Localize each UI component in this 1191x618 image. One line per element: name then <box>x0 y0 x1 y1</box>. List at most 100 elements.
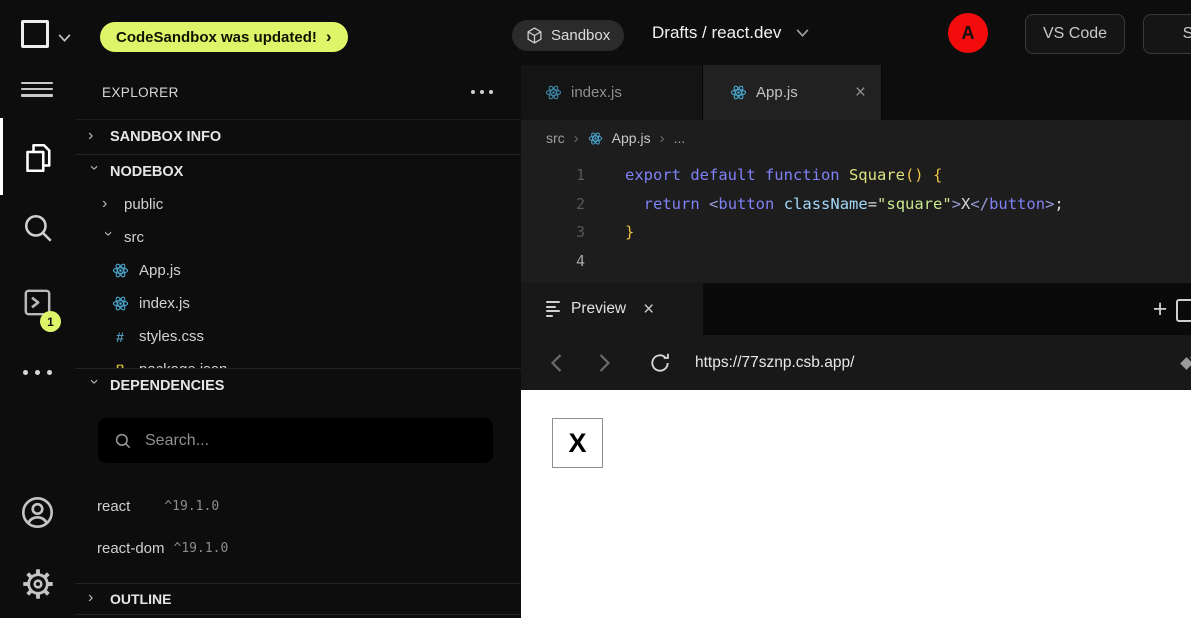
code-line-2[interactable]: 2 return <button className="square">X</b… <box>521 190 1191 219</box>
dependency-row-react-dom[interactable]: react-dom^19.1.0 <box>75 527 521 569</box>
chevron-down-icon <box>100 231 116 243</box>
chevron-down-icon <box>86 379 102 391</box>
tree-item-label: index.js <box>139 295 190 312</box>
forward-icon[interactable] <box>589 348 619 378</box>
sandbox-type-badge[interactable]: Sandbox <box>512 20 624 51</box>
ai-sparkle-icon[interactable] <box>1182 355 1191 371</box>
dependency-name: react <box>97 498 130 515</box>
dependency-name: react-dom <box>97 540 165 557</box>
chevron-right-icon <box>574 130 579 147</box>
breadcrumb-file[interactable]: App.js <box>612 130 651 146</box>
breadcrumb-folder[interactable]: src <box>546 130 565 146</box>
refresh-icon[interactable] <box>645 348 675 378</box>
tree-item-label: App.js <box>139 262 181 279</box>
terminal-icon[interactable] <box>0 281 75 323</box>
avatar[interactable]: A <box>948 13 988 53</box>
share-button[interactable]: Share <box>1143 14 1191 54</box>
code-line-3[interactable]: 3} <box>521 218 1191 247</box>
activity-bar: 1 <box>0 65 75 618</box>
chevron-down-icon <box>86 165 102 177</box>
open-in-new-window-icon[interactable] <box>1176 299 1191 322</box>
tab-app-js[interactable]: App.js <box>703 65 882 120</box>
more-tools-icon[interactable] <box>0 365 75 379</box>
explorer-title: EXPLORER <box>102 85 179 100</box>
tree-item-src[interactable]: src <box>75 221 521 254</box>
tree-item-public[interactable]: public <box>75 188 521 221</box>
code-line-1[interactable]: 1 export default function Square() { <box>521 161 1191 190</box>
search-icon <box>114 432 132 450</box>
share-button-label: Share <box>1183 25 1191 43</box>
code-line-content: } <box>625 223 634 241</box>
update-banner[interactable]: CodeSandbox was updated! <box>100 22 348 52</box>
update-banner-label: CodeSandbox was updated! <box>116 29 317 46</box>
tab-index-js[interactable]: index.js <box>521 65 703 120</box>
sandbox-badge-label: Sandbox <box>551 27 610 44</box>
line-number: 3 <box>521 223 585 241</box>
project-breadcrumb-label: Drafts / react.dev <box>652 23 781 43</box>
chevron-right-icon <box>88 128 100 144</box>
section-sandbox-info[interactable]: SANDBOX INFO <box>75 120 521 154</box>
account-icon[interactable] <box>0 491 75 533</box>
editor-tab-bar: index.js App.js <box>521 65 1191 120</box>
code-line-4[interactable]: 4 <box>521 247 1191 276</box>
code-line-content: export default function Square() { <box>625 166 942 184</box>
react-icon <box>111 262 129 279</box>
file-tree: publicsrcApp.jsindex.js#styles.css{}pack… <box>75 188 521 386</box>
chevron-down-icon <box>796 29 809 37</box>
react-icon <box>545 84 562 101</box>
close-icon[interactable] <box>643 300 654 319</box>
menu-icon[interactable] <box>0 78 75 110</box>
explorer-panel: EXPLORER SANDBOX INFO NODEBOX public src A… <box>75 65 521 618</box>
section-dependencies[interactable]: DEPENDENCIES <box>75 368 521 402</box>
back-icon[interactable] <box>541 348 571 378</box>
explorer-header: EXPLORER <box>75 65 521 120</box>
tab-label: Preview <box>571 300 626 318</box>
vscode-button[interactable]: VS Code <box>1025 14 1125 54</box>
close-icon[interactable] <box>855 83 866 102</box>
section-label: OUTLINE <box>110 591 171 607</box>
dependency-version: ^19.1.0 <box>164 499 219 514</box>
devtools-tab-strip <box>703 283 1191 335</box>
tree-item-styles-css[interactable]: # styles.css <box>75 320 521 353</box>
tab-preview[interactable]: Preview <box>521 283 703 335</box>
tree-item-label: styles.css <box>139 328 204 345</box>
tree-item-app-js[interactable]: App.js <box>75 254 521 287</box>
code-line-content: return <button className="square">X</but… <box>625 195 1064 213</box>
tree-item-index-js[interactable]: index.js <box>75 287 521 320</box>
chevron-right-icon <box>326 27 332 47</box>
dependency-search-input[interactable] <box>143 431 477 451</box>
preview-nav-bar: https://77sznp.csb.app/ <box>521 335 1191 390</box>
tree-item-label: src <box>124 229 144 246</box>
editor-breadcrumb: src App.js ... <box>521 120 1191 156</box>
square-button[interactable]: X <box>552 418 603 468</box>
files-icon[interactable] <box>0 137 75 179</box>
codesandbox-logo[interactable] <box>21 20 49 48</box>
top-bar: CodeSandbox was updated! Sandbox Drafts … <box>0 0 1191 65</box>
settings-gear-icon[interactable] <box>0 563 75 605</box>
breadcrumb-more[interactable]: ... <box>674 130 686 146</box>
url-field[interactable]: https://77sznp.csb.app/ <box>695 354 854 372</box>
vscode-button-label: VS Code <box>1043 25 1107 43</box>
tab-label: index.js <box>571 84 622 101</box>
line-number: 2 <box>521 195 585 213</box>
chevron-right-icon <box>88 590 100 606</box>
preview-list-icon <box>546 301 560 317</box>
line-number: 4 <box>521 252 585 270</box>
react-icon <box>111 295 129 312</box>
section-nodebox[interactable]: NODEBOX <box>75 155 521 189</box>
code-editor[interactable]: 1 export default function Square() { 2 ret… <box>521 156 1191 288</box>
dependency-row-react[interactable]: react ^19.1.0 <box>75 485 521 527</box>
line-number: 1 <box>521 166 585 184</box>
square-button-label: X <box>568 428 586 459</box>
react-icon <box>730 84 747 101</box>
section-outline[interactable]: OUTLINE <box>75 583 521 615</box>
section-label: SANDBOX INFO <box>110 129 221 145</box>
css-icon: # <box>111 329 129 345</box>
section-label: DEPENDENCIES <box>110 378 224 394</box>
editor-area: index.js App.js src <box>521 65 1191 618</box>
search-icon[interactable] <box>0 207 75 249</box>
explorer-more-icon[interactable] <box>471 90 493 94</box>
project-breadcrumb[interactable]: Drafts / react.dev <box>652 0 809 65</box>
workspace-menu-chevron-icon[interactable] <box>58 29 71 47</box>
add-devtool-icon[interactable] <box>1146 295 1174 323</box>
